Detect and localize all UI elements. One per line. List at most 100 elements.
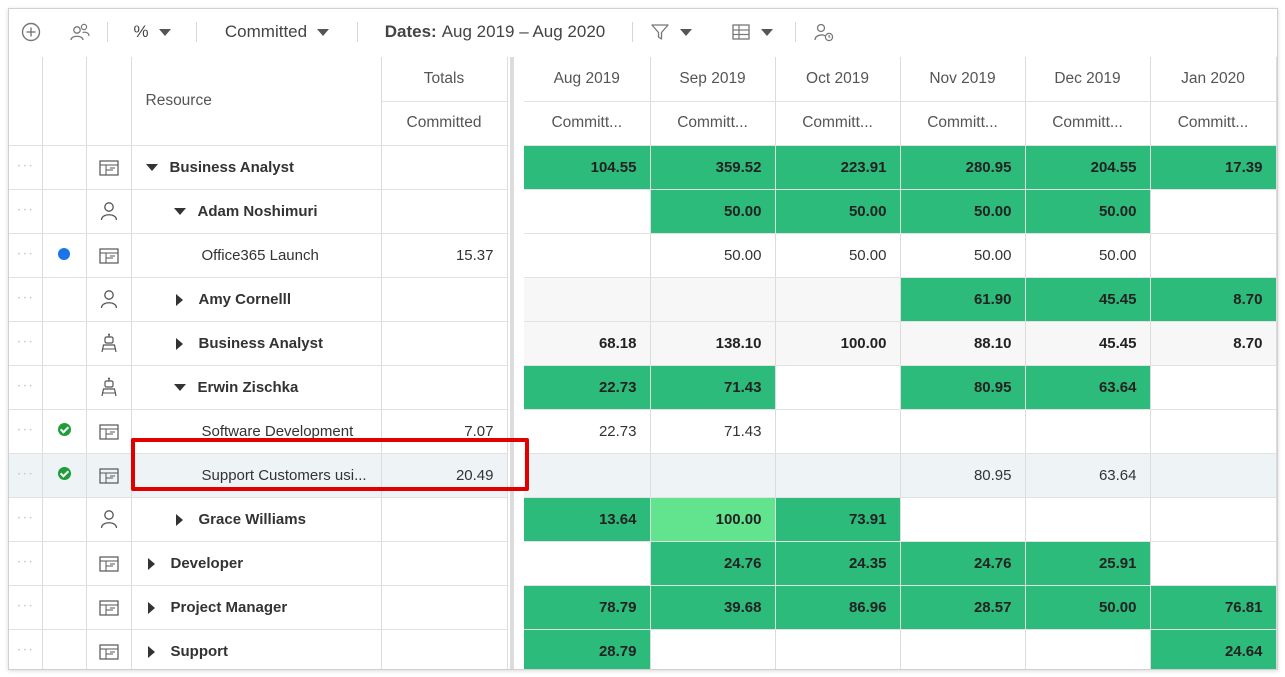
totals-cell[interactable]	[381, 497, 508, 542]
month-cell[interactable]: 78.79	[524, 585, 651, 630]
resource-name-cell[interactable]: Adam Noshimuri	[131, 189, 382, 234]
totals-cell[interactable]	[381, 145, 508, 190]
month-cell[interactable]	[1150, 453, 1277, 498]
month-cell[interactable]	[524, 541, 651, 586]
month-cell[interactable]	[1025, 409, 1151, 454]
collapse-icon[interactable]	[173, 208, 186, 216]
row-drag-handle[interactable]: • • •	[9, 277, 43, 322]
column-header-month[interactable]: Dec 2019	[1025, 57, 1151, 102]
month-cell[interactable]: 50.00	[775, 189, 901, 234]
month-cell[interactable]: 223.91	[775, 145, 901, 190]
month-cell[interactable]: 50.00	[650, 189, 776, 234]
table-row[interactable]: • • • Project Manager	[9, 585, 508, 630]
month-cell[interactable]: 22.73	[524, 409, 651, 454]
month-cell[interactable]: 100.00	[650, 497, 776, 542]
table-row[interactable]: • • • Support	[9, 629, 508, 669]
row-drag-handle[interactable]: • • •	[9, 145, 43, 190]
month-cell[interactable]	[1150, 365, 1277, 410]
month-cell[interactable]: 8.70	[1150, 321, 1277, 366]
resource-name-cell[interactable]: Erwin Zischka	[131, 365, 382, 410]
month-cell[interactable]	[775, 409, 901, 454]
view-type-dropdown[interactable]: Committed	[197, 9, 357, 55]
month-cell[interactable]: 24.35	[775, 541, 901, 586]
row-drag-handle[interactable]: • • •	[9, 321, 43, 366]
month-cell[interactable]: 63.64	[1025, 365, 1151, 410]
month-cell[interactable]: 25.91	[1025, 541, 1151, 586]
month-cell[interactable]	[900, 497, 1026, 542]
expand-icon[interactable]	[175, 513, 183, 526]
table-row[interactable]: • • • Software Development 7.07	[9, 409, 508, 454]
month-cell[interactable]: 28.57	[900, 585, 1026, 630]
column-subheader-committed[interactable]: Committ...	[1150, 101, 1277, 146]
month-cell[interactable]: 104.55	[524, 145, 651, 190]
table-row[interactable]: • • • Erwin Zischka	[9, 365, 508, 410]
month-cell[interactable]: 88.10	[900, 321, 1026, 366]
month-cell[interactable]	[775, 365, 901, 410]
table-row[interactable]: • • • Support Customers usi... 20.49	[9, 453, 508, 498]
column-header-totals[interactable]: Totals	[381, 57, 508, 102]
month-cell[interactable]: 50.00	[1025, 585, 1151, 630]
month-cell[interactable]: 71.43	[650, 409, 776, 454]
month-cell[interactable]	[775, 277, 901, 322]
add-button[interactable]	[9, 9, 53, 55]
month-cell[interactable]	[1150, 497, 1277, 542]
month-cell[interactable]: 280.95	[900, 145, 1026, 190]
month-cell[interactable]	[1025, 497, 1151, 542]
resource-name-cell[interactable]: Business Analyst	[131, 321, 382, 366]
month-cell[interactable]: 50.00	[1025, 233, 1151, 278]
month-cell[interactable]: 138.10	[650, 321, 776, 366]
row-drag-handle[interactable]: • • •	[9, 453, 43, 498]
column-header-month[interactable]: Oct 2019	[775, 57, 901, 102]
month-cell[interactable]: 63.64	[1025, 453, 1151, 498]
expand-icon[interactable]	[147, 645, 155, 658]
month-cell[interactable]: 8.70	[1150, 277, 1277, 322]
month-cell[interactable]: 24.76	[900, 541, 1026, 586]
month-cell[interactable]: 39.68	[650, 585, 776, 630]
row-drag-handle[interactable]: • • •	[9, 409, 43, 454]
resource-name-cell[interactable]: Business Analyst	[131, 145, 382, 190]
resource-name-cell[interactable]: Amy Cornelll	[131, 277, 382, 322]
month-cell[interactable]: 80.95	[900, 453, 1026, 498]
totals-cell[interactable]	[381, 541, 508, 586]
month-cell[interactable]: 22.73	[524, 365, 651, 410]
collapse-icon[interactable]	[145, 164, 158, 172]
resource-settings-button[interactable]	[796, 9, 852, 55]
column-subheader-committed[interactable]: Committ...	[1025, 101, 1151, 146]
row-drag-handle[interactable]: • • •	[9, 629, 43, 669]
assign-resource-button[interactable]	[53, 9, 107, 55]
totals-cell[interactable]: 15.37	[381, 233, 508, 278]
month-cell[interactable]: 50.00	[650, 233, 776, 278]
month-cell[interactable]	[900, 409, 1026, 454]
month-cell[interactable]	[900, 629, 1026, 669]
column-subheader-totals[interactable]: Committed	[381, 101, 508, 146]
row-drag-handle[interactable]: • • •	[9, 233, 43, 278]
month-cell[interactable]: 13.64	[524, 497, 651, 542]
row-drag-handle[interactable]: • • •	[9, 189, 43, 234]
month-cell[interactable]: 71.43	[650, 365, 776, 410]
totals-cell[interactable]: 7.07	[381, 409, 508, 454]
column-subheader-committed[interactable]: Committ...	[775, 101, 901, 146]
column-header-resource[interactable]: Resource	[131, 57, 382, 146]
month-cell[interactable]: 17.39	[1150, 145, 1277, 190]
table-row[interactable]: • • • Business Analyst	[9, 145, 508, 190]
column-header-month[interactable]: Nov 2019	[900, 57, 1026, 102]
month-cell[interactable]	[775, 453, 901, 498]
expand-icon[interactable]	[147, 601, 155, 614]
totals-cell[interactable]	[381, 629, 508, 669]
month-cell[interactable]: 50.00	[1025, 189, 1151, 234]
column-subheader-committed[interactable]: Committ...	[524, 101, 651, 146]
totals-cell[interactable]	[381, 321, 508, 366]
totals-cell[interactable]	[381, 585, 508, 630]
month-cell[interactable]: 45.45	[1025, 277, 1151, 322]
column-header-month[interactable]: Sep 2019	[650, 57, 776, 102]
pane-splitter[interactable]	[507, 57, 524, 669]
month-cell[interactable]	[524, 189, 651, 234]
table-row[interactable]: • • • Office365 Launch 15.37	[9, 233, 508, 278]
month-cell[interactable]: 359.52	[650, 145, 776, 190]
month-cell[interactable]: 50.00	[900, 189, 1026, 234]
totals-cell[interactable]	[381, 365, 508, 410]
resource-name-cell[interactable]: Project Manager	[131, 585, 382, 630]
table-row[interactable]: • • • Adam Noshimuri	[9, 189, 508, 234]
totals-cell[interactable]	[381, 189, 508, 234]
layout-dropdown[interactable]	[709, 9, 795, 55]
